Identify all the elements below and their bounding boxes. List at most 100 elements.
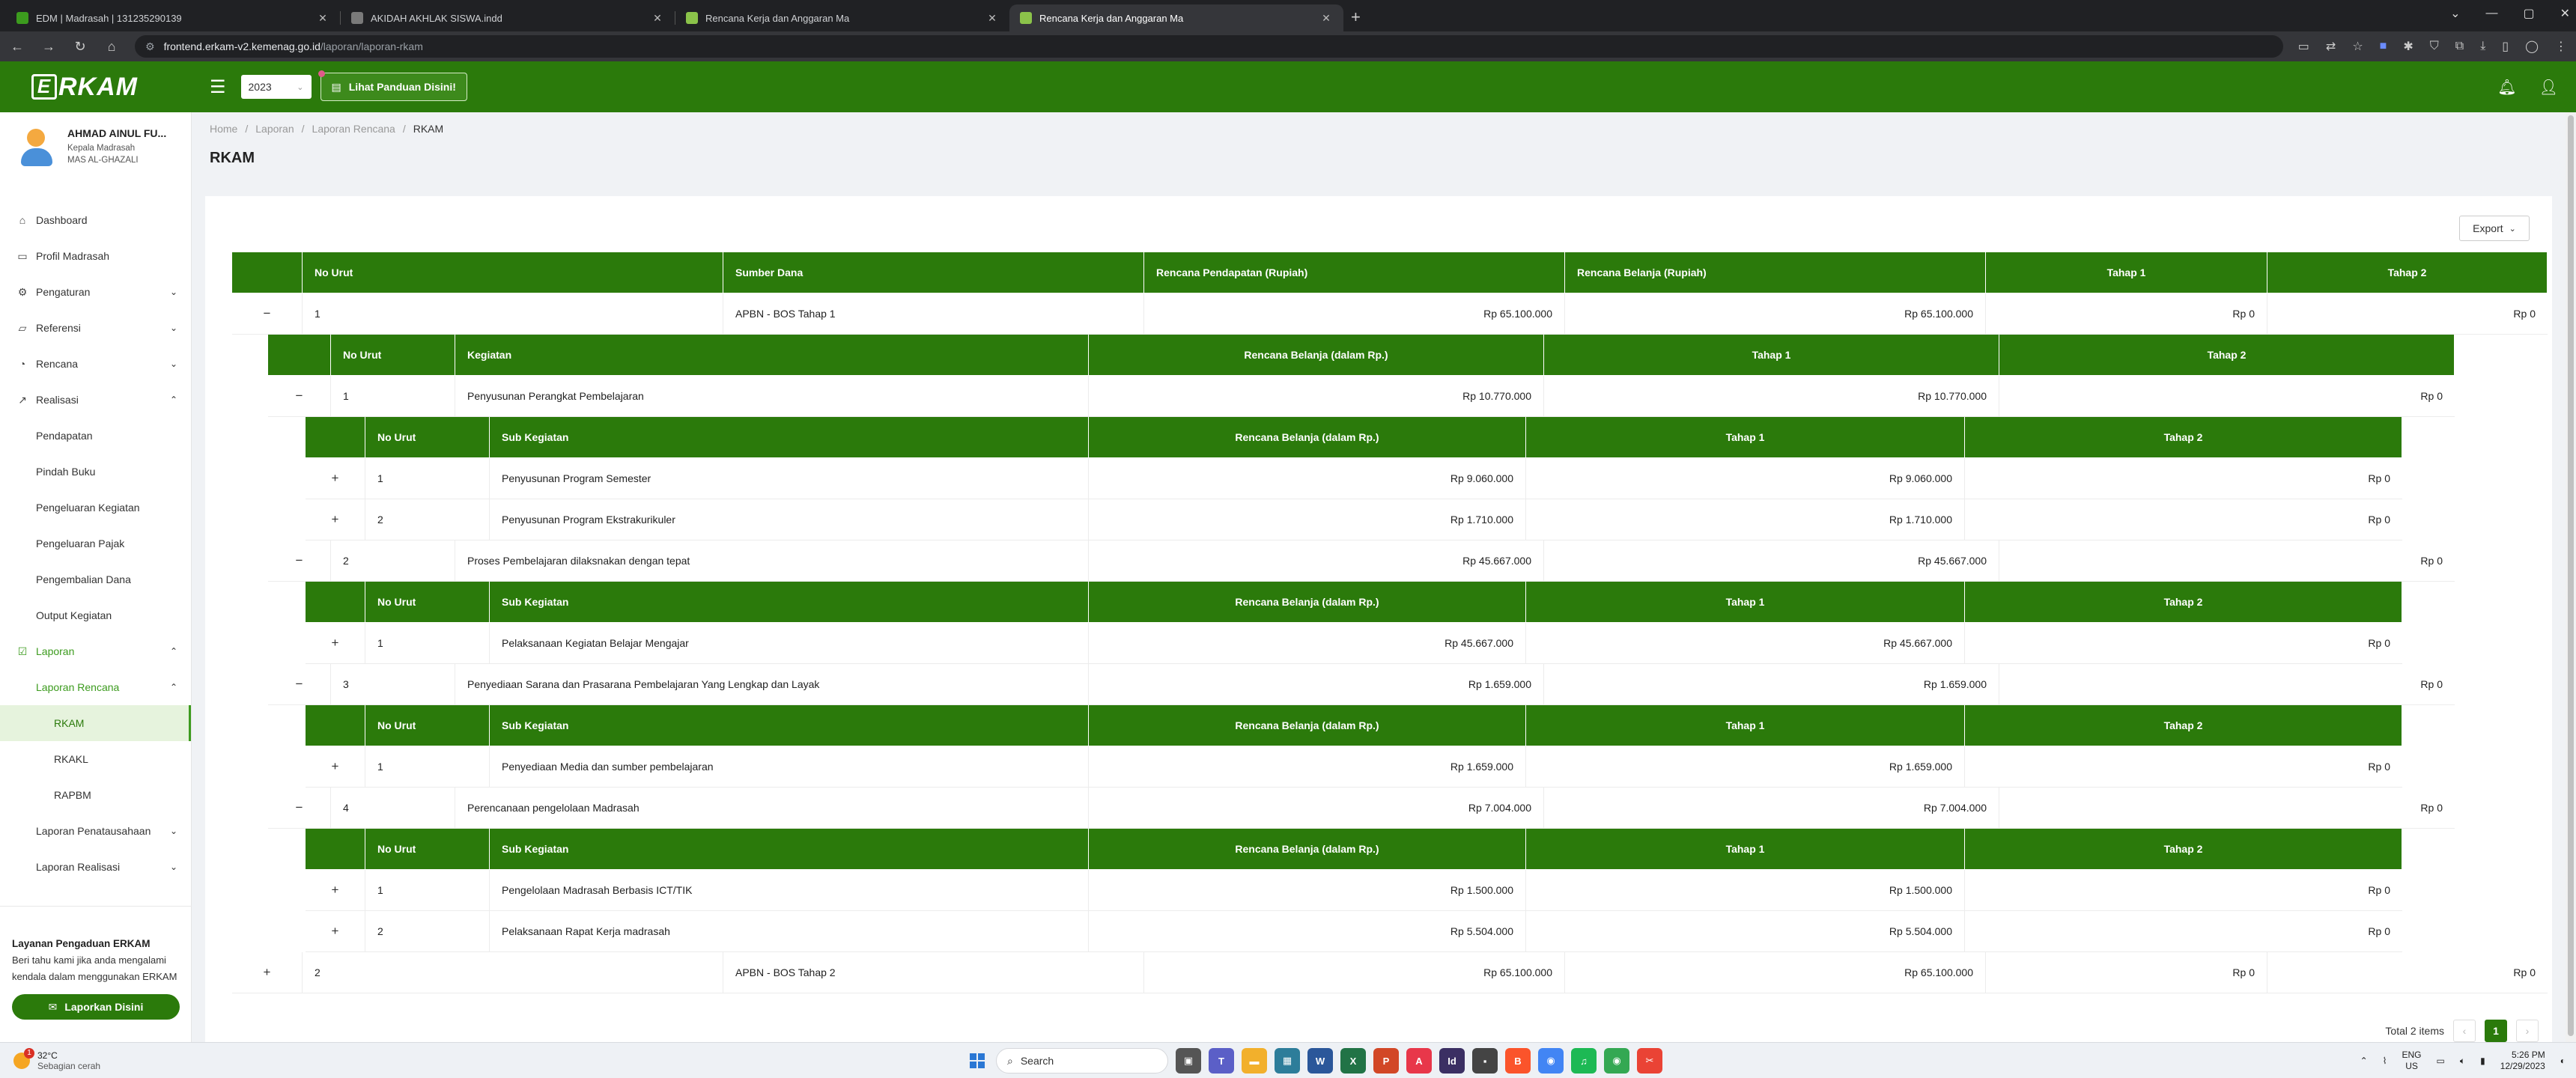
sidebar-item-realisasi[interactable]: ↗ Realisasi ⌃ xyxy=(0,382,191,418)
sidebar-sub-output-kegiatan[interactable]: Output Kegiatan xyxy=(0,597,191,633)
sidebar-item-laporan[interactable]: ☑ Laporan ⌃ xyxy=(0,633,191,669)
maximize-button[interactable]: ▢ xyxy=(2523,6,2534,21)
browser-tab[interactable]: Rencana Kerja dan Anggaran Ma ✕ xyxy=(675,4,1009,31)
powerpoint-icon[interactable]: P xyxy=(1373,1048,1399,1074)
tray-chevron-icon[interactable]: ⌃ xyxy=(2360,1056,2368,1066)
close-tab-icon[interactable]: ✕ xyxy=(1319,12,1333,25)
pdf-icon[interactable]: A xyxy=(1406,1048,1432,1074)
app-icon[interactable]: ▪ xyxy=(1472,1048,1498,1074)
collapse-icon[interactable]: + xyxy=(232,952,303,993)
collapse-icon[interactable]: − xyxy=(232,293,303,334)
store-icon[interactable]: ▦ xyxy=(1275,1048,1300,1074)
guide-button[interactable]: ▤ Lihat Panduan Disini! xyxy=(318,70,467,101)
next-page-button[interactable]: › xyxy=(2516,1020,2539,1042)
translate-icon[interactable]: ⇄ xyxy=(2326,39,2336,54)
clock[interactable]: 5:26 PM 12/29/2023 xyxy=(2500,1050,2545,1072)
back-icon[interactable]: ← xyxy=(9,39,25,55)
word-icon[interactable]: W xyxy=(1307,1048,1333,1074)
sidebar-subsub-rkam[interactable]: RKAM xyxy=(0,705,191,741)
collapse-icon[interactable]: − xyxy=(268,540,331,581)
sidebar-sub-pengeluaran-kegiatan[interactable]: Pengeluaran Kegiatan xyxy=(0,490,191,526)
chrome-profile-icon[interactable]: ◉ xyxy=(1604,1048,1629,1074)
bell-icon[interactable]: 🔔︎ xyxy=(2497,78,2516,97)
menu-toggle-icon[interactable]: ☰ xyxy=(210,76,226,98)
side-panel-icon[interactable]: ▯ xyxy=(2502,39,2509,54)
export-button[interactable]: Export ⌄ xyxy=(2459,216,2530,241)
close-tab-icon[interactable]: ✕ xyxy=(985,12,999,25)
download-icon[interactable]: ⤓ xyxy=(2480,40,2485,53)
home-icon[interactable]: ⌂ xyxy=(103,39,120,55)
extension-puzzle-icon[interactable]: ✱ xyxy=(2403,39,2413,54)
battery-icon[interactable]: ▮ xyxy=(2480,1056,2485,1066)
indesign-icon[interactable]: Id xyxy=(1439,1048,1465,1074)
collapse-icon[interactable]: + xyxy=(306,458,365,499)
file-explorer-icon[interactable]: ▬ xyxy=(1242,1048,1267,1074)
sidebar-sub-laporan-realisasi[interactable]: Laporan Realisasi ⌄ xyxy=(0,849,191,885)
sidebar-sub-pengeluaran-pajak[interactable]: Pengeluaran Pajak xyxy=(0,526,191,561)
spotify-icon[interactable]: ♫ xyxy=(1571,1048,1597,1074)
collapse-icon[interactable]: − xyxy=(268,376,331,416)
collapse-icon[interactable]: + xyxy=(306,911,365,951)
prev-page-button[interactable]: ‹ xyxy=(2453,1020,2476,1042)
page-button[interactable]: 1 xyxy=(2485,1020,2507,1042)
page-scrollbar[interactable] xyxy=(2566,112,2576,1042)
collapse-icon[interactable]: + xyxy=(306,623,365,663)
report-button[interactable]: ✉ Laporkan Disini xyxy=(12,994,180,1020)
sidebar-sub-laporan-penatausahaan[interactable]: Laporan Penatausahaan ⌄ xyxy=(0,813,191,849)
year-select[interactable]: 2023 ⌄ xyxy=(240,75,312,99)
taskbar-search[interactable]: ⌕ Search xyxy=(996,1048,1168,1074)
breadcrumb-home[interactable]: Home xyxy=(210,123,237,135)
language-indicator[interactable]: ENG US xyxy=(2402,1050,2422,1072)
sidebar-sub-pengembalian-dana[interactable]: Pengembalian Dana xyxy=(0,561,191,597)
address-bar[interactable]: ⚙ frontend.erkam-v2.kemenag.go.id/lapora… xyxy=(135,35,2283,58)
sidebar-item-profil[interactable]: ▭ Profil Madrasah xyxy=(0,238,191,274)
extensions-icon[interactable]: ⧉ xyxy=(2455,40,2464,53)
sidebar-subsub-rapbm[interactable]: RAPBM xyxy=(0,777,191,813)
forward-icon[interactable]: → xyxy=(40,39,57,55)
reload-icon[interactable]: ↻ xyxy=(72,39,88,55)
browser-tab[interactable]: AKIDAH AKHLAK SISWA.indd ✕ xyxy=(341,4,675,31)
close-window-button[interactable]: ✕ xyxy=(2560,6,2570,21)
browser-tab[interactable]: EDM | Madrasah | 131235290139 ✕ xyxy=(6,4,340,31)
bookmark-star-icon[interactable]: ☆ xyxy=(2352,39,2363,54)
erkam-logo[interactable]: E RKAM xyxy=(0,73,180,102)
browser-tab[interactable]: Rencana Kerja dan Anggaran Ma ✕ xyxy=(1009,4,1343,31)
collapse-icon[interactable]: + xyxy=(306,870,365,910)
task-view-icon[interactable]: ▣ xyxy=(1176,1048,1201,1074)
sidebar-item-pengaturan[interactable]: ⚙ Pengaturan ⌄ xyxy=(0,274,191,310)
collapse-icon[interactable]: − xyxy=(268,788,331,828)
sidebar-item-dashboard[interactable]: ⌂ Dashboard xyxy=(0,202,191,238)
breadcrumb-laporan-rencana[interactable]: Laporan Rencana xyxy=(312,123,395,135)
close-tab-icon[interactable]: ✕ xyxy=(651,12,664,25)
sidebar-item-referensi[interactable]: ▱ Referensi ⌄ xyxy=(0,310,191,346)
weather-widget[interactable]: 1 32°C Sebagian cerah xyxy=(0,1047,225,1071)
browser-menu-icon[interactable]: ⋮ xyxy=(2555,39,2567,54)
brave-icon[interactable]: B xyxy=(1505,1048,1531,1074)
tab-search-icon[interactable]: ⌄ xyxy=(2450,6,2460,21)
notification-icon[interactable]: ◐ xyxy=(2560,1056,2566,1066)
start-button[interactable] xyxy=(966,1050,988,1072)
snip-tool-icon[interactable]: ✂ xyxy=(1637,1048,1662,1074)
sidebar-sub-pindah-buku[interactable]: Pindah Buku xyxy=(0,454,191,490)
user-icon[interactable]: 👤︎ xyxy=(2539,78,2558,97)
new-tab-button[interactable]: + xyxy=(1351,4,1361,31)
sidebar-subsub-rkakl[interactable]: RKAKL xyxy=(0,741,191,777)
excel-icon[interactable]: X xyxy=(1340,1048,1366,1074)
site-info-icon[interactable]: ⚙ xyxy=(145,40,155,53)
install-app-icon[interactable]: ▭ xyxy=(2298,39,2309,54)
sidebar-sub-laporan-rencana[interactable]: Laporan Rencana ⌃ xyxy=(0,669,191,705)
sidebar-sub-pendapatan[interactable]: Pendapatan xyxy=(0,418,191,454)
display-icon[interactable]: ▭ xyxy=(2437,1056,2445,1066)
collapse-icon[interactable]: + xyxy=(306,499,365,540)
extension-shield-icon[interactable]: ⛉ xyxy=(2430,40,2439,53)
close-tab-icon[interactable]: ✕ xyxy=(316,12,329,25)
collapse-icon[interactable]: + xyxy=(306,746,365,787)
teams-icon[interactable]: T xyxy=(1209,1048,1234,1074)
minimize-button[interactable]: — xyxy=(2485,7,2497,20)
network-icon[interactable]: ⌇ xyxy=(2383,1056,2387,1066)
extension-icon[interactable]: ■ xyxy=(2380,40,2387,53)
sidebar-item-rencana[interactable]: ◔ Rencana ⌄ xyxy=(0,346,191,382)
breadcrumb-laporan[interactable]: Laporan xyxy=(255,123,294,135)
collapse-icon[interactable]: − xyxy=(268,664,331,704)
profile-icon[interactable]: ◯ xyxy=(2525,39,2539,54)
